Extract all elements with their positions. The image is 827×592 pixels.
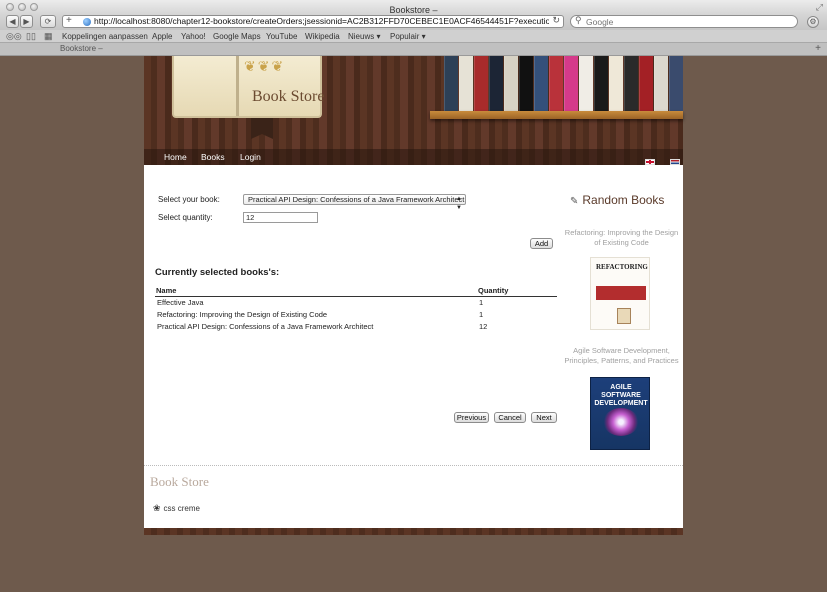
bookmarks-icon[interactable]: ▯▯ bbox=[26, 31, 36, 42]
browser-toolbar: ◀ ▶ ⟳ + http://localhost:8080/chapter12-… bbox=[0, 14, 827, 30]
main-content: Select your book: Practical API Design: … bbox=[144, 165, 683, 465]
tab-bar: Bookstore – + bbox=[0, 43, 827, 56]
column-name: Name bbox=[155, 285, 477, 297]
open-book-logo: ❦❦❦ Book Store bbox=[172, 56, 325, 118]
row-quantity: 12 bbox=[479, 322, 488, 331]
bookmarks-bar: ◎◎ ▯▯ ▦ Koppelingen aanpassen Apple Yaho… bbox=[0, 30, 827, 43]
table-row: Practical API Design: Confessions of a J… bbox=[155, 321, 557, 333]
new-tab-icon[interactable]: + bbox=[815, 43, 821, 55]
footer-wood-strip bbox=[144, 528, 683, 535]
page-footer bbox=[144, 465, 683, 535]
forward-icon[interactable]: ▶ bbox=[20, 15, 33, 28]
bookmark-wikipedia[interactable]: Wikipedia bbox=[305, 31, 340, 42]
ribbon-icon bbox=[251, 118, 273, 139]
table-row: Refactoring: Improving the Design of Exi… bbox=[155, 309, 557, 321]
quantity-input[interactable]: 12 bbox=[243, 212, 318, 223]
nav-books[interactable]: Books bbox=[201, 149, 225, 165]
top-sites-icon[interactable]: ▦ bbox=[44, 31, 53, 42]
add-button[interactable]: Add bbox=[530, 238, 553, 249]
refactoring-cover[interactable]: REFACTORING bbox=[590, 257, 650, 330]
ornament-icon: ❦❦❦ bbox=[244, 58, 286, 74]
share-icon[interactable]: ⟳ bbox=[40, 15, 56, 28]
book-label: Select your book: bbox=[158, 195, 220, 204]
quantity-label: Select quantity: bbox=[158, 213, 213, 222]
reload-icon[interactable]: ↻ bbox=[552, 15, 560, 26]
row-name: Practical API Design: Confessions of a J… bbox=[157, 322, 374, 331]
zoom-window-button[interactable] bbox=[30, 3, 38, 11]
bookmark-yahoo[interactable]: Yahoo! bbox=[181, 31, 206, 42]
bookmark-youtube[interactable]: YouTube bbox=[266, 31, 297, 42]
select-arrow-icon: ▲ ▼ bbox=[456, 196, 462, 211]
bookmark-koppelingen[interactable]: Koppelingen aanpassen bbox=[62, 31, 148, 42]
row-quantity: 1 bbox=[479, 310, 484, 319]
book-select-value: Practical API Design: Confessions of a J… bbox=[248, 195, 465, 204]
address-bar[interactable]: + http://localhost:8080/chapter12-bookst… bbox=[62, 15, 564, 28]
fullscreen-icon[interactable]: ⤢ bbox=[816, 2, 823, 13]
tab-bookstore[interactable]: Bookstore – bbox=[40, 43, 160, 55]
nav-home[interactable]: Home bbox=[164, 149, 187, 165]
row-quantity: 1 bbox=[479, 298, 484, 308]
column-quantity: Quantity bbox=[477, 285, 557, 297]
minimize-window-button[interactable] bbox=[18, 3, 26, 11]
nav-login[interactable]: Login bbox=[240, 149, 261, 165]
book-select[interactable]: Practical API Design: Confessions of a J… bbox=[243, 194, 466, 211]
main-nav: Home Books Login bbox=[144, 149, 683, 165]
bookshelf bbox=[430, 111, 683, 119]
table-header-row: Name Quantity bbox=[155, 285, 557, 297]
search-input[interactable] bbox=[586, 16, 786, 27]
close-window-button[interactable] bbox=[6, 3, 14, 11]
table-row: Effective Java 1 bbox=[155, 297, 557, 309]
footer-credit[interactable]: ❀ css creme bbox=[153, 503, 200, 514]
bookshelf-books bbox=[444, 56, 683, 111]
bookstore-page: ❦❦❦ Book Store Home Books Login Select y… bbox=[144, 56, 683, 535]
bookmark-populair[interactable]: Populair ▾ bbox=[390, 31, 426, 42]
reader-icon[interactable]: ◎◎ bbox=[6, 31, 22, 42]
add-icon[interactable]: + bbox=[66, 15, 72, 26]
window-titlebar: Bookstore – ⤢ bbox=[0, 0, 827, 15]
search-icon: ⚲ bbox=[575, 15, 582, 25]
random-book-title[interactable]: Refactoring: Improving the Design of Exi… bbox=[564, 228, 679, 248]
bookmark-google-maps[interactable]: Google Maps bbox=[213, 31, 261, 42]
next-button[interactable]: Next bbox=[531, 412, 557, 423]
site-logo: Book Store bbox=[252, 88, 325, 105]
globe-icon bbox=[83, 18, 91, 26]
css-creme-icon: ❀ bbox=[153, 503, 161, 513]
search-bar[interactable]: ⚲ bbox=[570, 15, 798, 28]
selected-books-title: Currently selected books's: bbox=[155, 267, 280, 278]
previous-button[interactable]: Previous bbox=[454, 412, 489, 423]
row-name: Refactoring: Improving the Design of Exi… bbox=[157, 310, 328, 319]
url-text[interactable]: http://localhost:8080/chapter12-bookstor… bbox=[94, 16, 549, 27]
page-header: ❦❦❦ Book Store Home Books Login bbox=[144, 56, 683, 165]
agile-cover[interactable]: AGILE SOFTWARE DEVELOPMENT bbox=[590, 377, 650, 450]
selected-books-table: Name Quantity Effective Java 1 Refactori… bbox=[155, 285, 557, 333]
row-name: Effective Java bbox=[157, 298, 204, 308]
cancel-button[interactable]: Cancel bbox=[494, 412, 526, 423]
back-icon[interactable]: ◀ bbox=[6, 15, 19, 28]
random-books-heading: ✎ Random Books bbox=[570, 193, 665, 207]
book-stack-icon: ✎ bbox=[570, 196, 579, 207]
random-book-title[interactable]: Agile Software Development, Principles, … bbox=[564, 346, 679, 366]
bookmark-apple[interactable]: Apple bbox=[152, 31, 172, 42]
bookmark-nieuws[interactable]: Nieuws ▾ bbox=[348, 31, 380, 42]
footer-logo: Book Store bbox=[150, 474, 209, 489]
gear-icon[interactable]: ⚙ bbox=[807, 16, 819, 28]
